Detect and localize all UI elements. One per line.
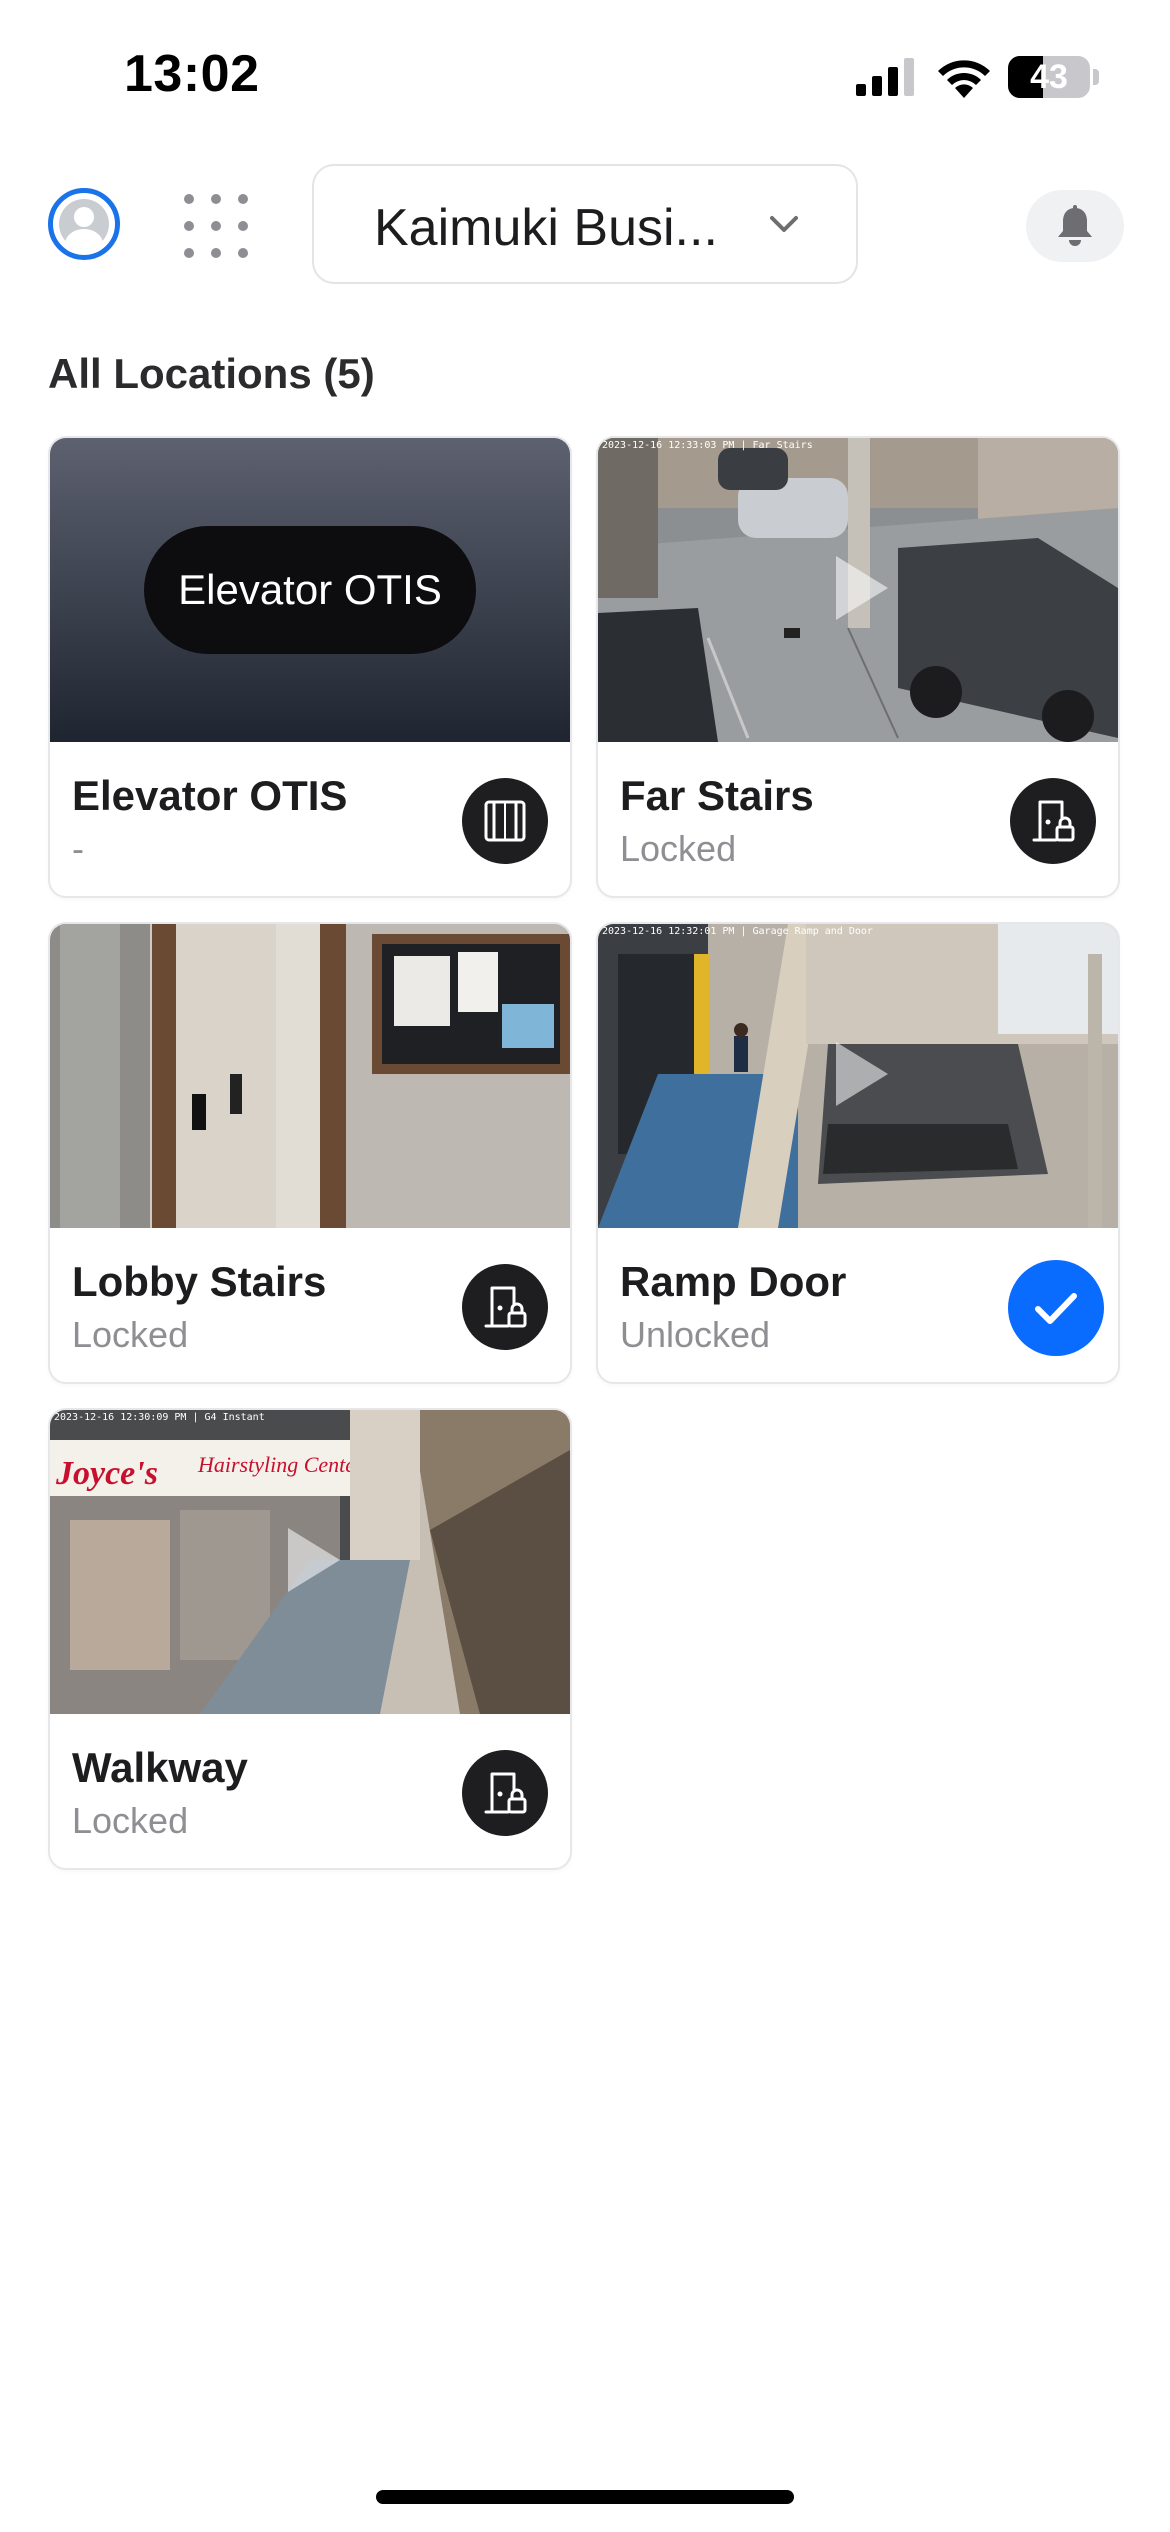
chevron-down-icon: [770, 216, 798, 232]
unlock-button[interactable]: [462, 1264, 548, 1350]
door-lock-icon: [484, 1286, 527, 1328]
play-icon[interactable]: [836, 556, 888, 620]
camera-thumbnail[interactable]: Joyce's Hairstyling Center 2023-12-16 12…: [50, 1410, 570, 1714]
camera-timestamp: 2023-12-16 12:30:09 PM | G4 Instant: [54, 1412, 265, 1423]
section-title: All Locations (5): [48, 350, 375, 397]
status-bar: 13:02 43: [0, 0, 1170, 150]
avatar-image: [59, 199, 109, 249]
unlock-button[interactable]: [1010, 778, 1096, 864]
lobby-door-image: [50, 924, 570, 1228]
camera-thumbnail[interactable]: 2023-12-16 12:32:01 PM | Garage Ramp and…: [598, 924, 1118, 1228]
unlocked-status-button[interactable]: [1008, 1260, 1104, 1356]
notifications-button[interactable]: [1026, 190, 1124, 262]
site-name: Kaimuki Busi...: [374, 199, 718, 257]
top-navigation: Kaimuki Busi...: [0, 160, 1170, 285]
thumbnail-label: Elevator OTIS: [144, 526, 476, 654]
wifi-icon: [938, 60, 990, 98]
elevator-button[interactable]: [462, 778, 548, 864]
card-status: -: [72, 828, 84, 869]
play-icon[interactable]: [288, 1528, 340, 1592]
svg-text:Hairstyling Center: Hairstyling Center: [197, 1452, 364, 1477]
door-lock-icon: [484, 1772, 527, 1814]
play-icon[interactable]: [836, 1042, 888, 1106]
site-selector-dropdown[interactable]: Kaimuki Busi...: [312, 164, 858, 284]
location-card-lobby-stairs[interactable]: Lobby Stairs Locked: [48, 922, 572, 1384]
door-lock-icon: [1032, 800, 1075, 842]
card-name: Ramp Door: [620, 1258, 847, 1305]
card-status: Unlocked: [620, 1314, 771, 1355]
elevator-icon: [484, 800, 526, 842]
location-card-elevator-otis[interactable]: Elevator OTIS Elevator OTIS -: [48, 436, 572, 898]
check-icon: [1035, 1293, 1077, 1324]
camera-timestamp: 2023-12-16 12:32:01 PM | Garage Ramp and…: [602, 926, 873, 937]
location-card-ramp-door[interactable]: 2023-12-16 12:32:01 PM | Garage Ramp and…: [596, 922, 1120, 1384]
camera-thumbnail[interactable]: [50, 924, 570, 1228]
card-thumbnail[interactable]: Elevator OTIS: [50, 438, 570, 742]
status-time: 13:02: [124, 45, 260, 103]
card-name: Far Stairs: [620, 772, 814, 819]
avatar[interactable]: [48, 188, 120, 260]
battery-icon: 43: [1008, 56, 1090, 98]
card-status: Locked: [620, 828, 737, 869]
camera-thumbnail[interactable]: 2023-12-16 12:33:03 PM | Far Stairs: [598, 438, 1118, 742]
card-name: Elevator OTIS: [72, 772, 348, 819]
shop-sign-text: Joyce's: [55, 1455, 158, 1492]
home-indicator[interactable]: [376, 2490, 794, 2504]
card-status: Locked: [72, 1314, 189, 1355]
battery-level: 43: [1030, 58, 1068, 96]
card-status: Locked: [72, 1800, 189, 1841]
unlock-button[interactable]: [462, 1750, 548, 1836]
bell-icon: [1058, 205, 1092, 246]
location-card-walkway[interactable]: Joyce's Hairstyling Center 2023-12-16 12…: [48, 1408, 572, 1870]
apps-grid-icon[interactable]: [184, 194, 248, 258]
camera-timestamp: 2023-12-16 12:33:03 PM | Far Stairs: [602, 440, 813, 451]
battery-nub: [1093, 69, 1099, 85]
location-card-far-stairs[interactable]: 2023-12-16 12:33:03 PM | Far Stairs Far …: [596, 436, 1120, 898]
card-name: Lobby Stairs: [72, 1258, 327, 1305]
card-name: Walkway: [72, 1744, 248, 1791]
cellular-signal-icon: [856, 58, 914, 96]
